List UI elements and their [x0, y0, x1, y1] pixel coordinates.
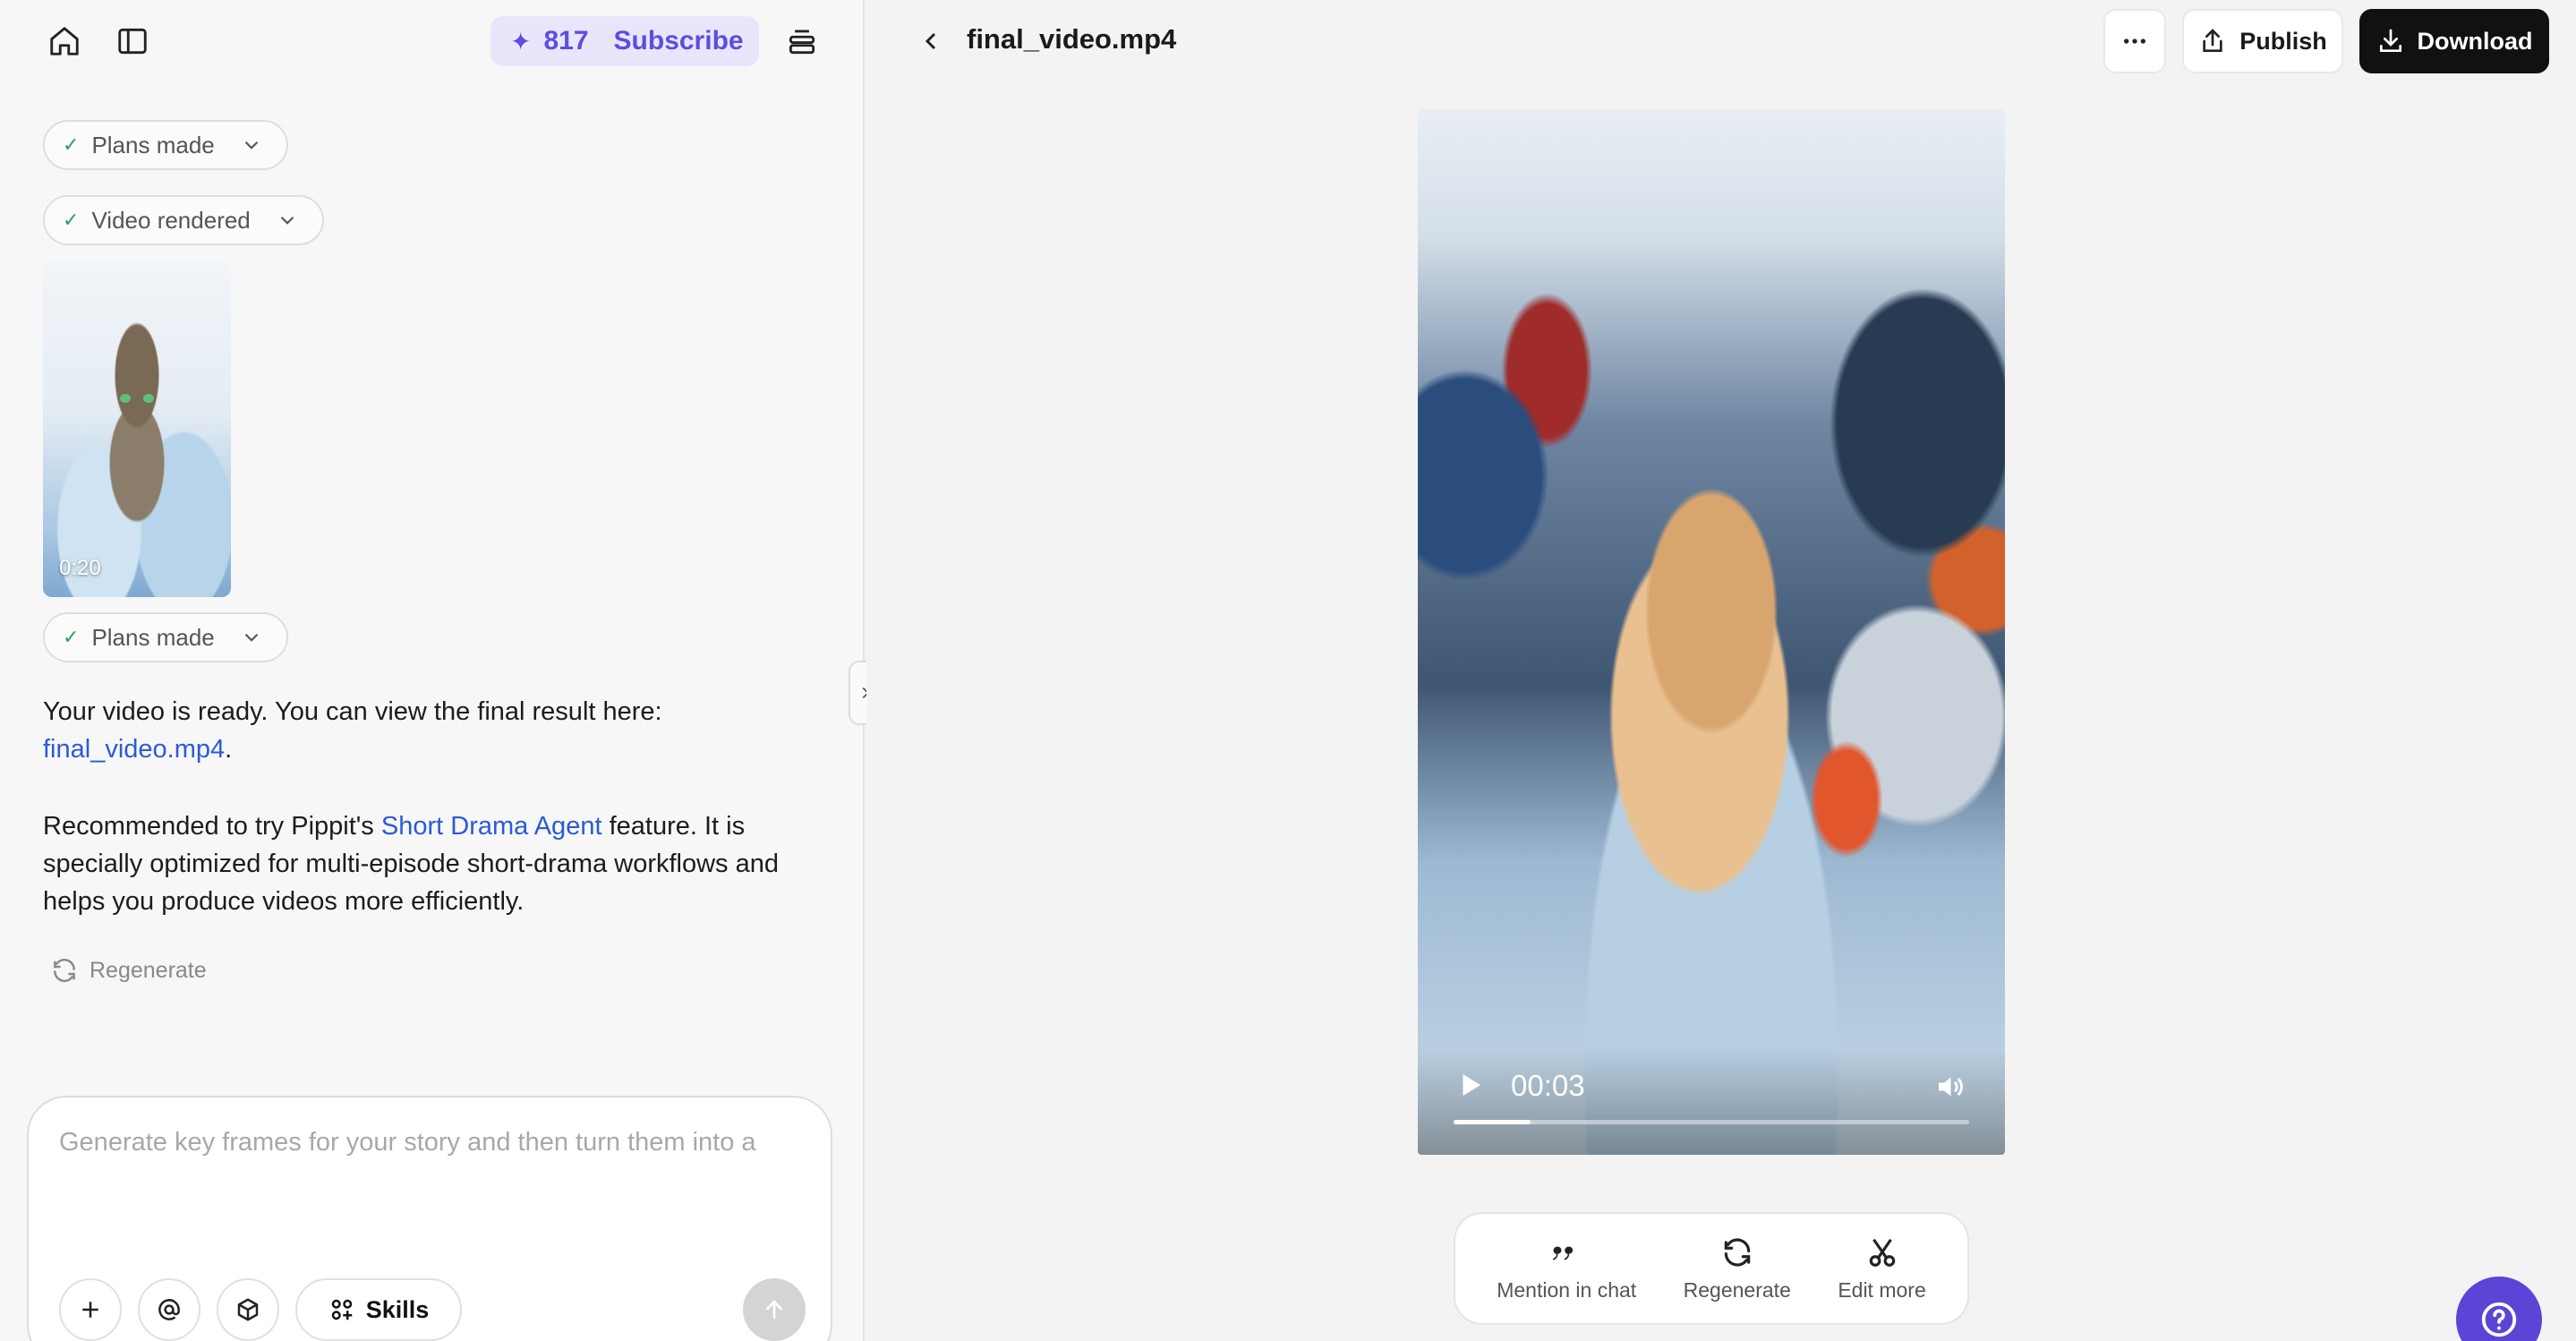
- pill-label: Plans made: [91, 131, 215, 158]
- pill-label: Plans made: [91, 623, 215, 651]
- action-label: Edit more: [1838, 1277, 1926, 1302]
- share-upload-icon: [2203, 29, 2222, 52]
- video-thumbnail[interactable]: 0:20: [43, 261, 231, 597]
- refresh-icon: [54, 959, 75, 982]
- thumbnail-duration: 0:20: [59, 556, 101, 580]
- scissors-icon: [1869, 1238, 1895, 1267]
- download-label: Download: [2417, 27, 2533, 55]
- mention-in-chat-button[interactable]: Mention in chat: [1497, 1235, 1636, 1303]
- app-root: ✦ 817 Subscribe ✓ Plans made ✓ Video ren…: [0, 0, 2576, 1341]
- add-attachment-button[interactable]: [59, 1278, 122, 1341]
- thumb-detail: [143, 394, 154, 403]
- file-title: final_video.mp4: [967, 23, 1177, 55]
- final-video-link[interactable]: final_video.mp4: [43, 735, 225, 764]
- recommendation-message: Recommended to try Pippit's Short Drama …: [43, 807, 822, 920]
- sparkle-icon: ✦: [510, 27, 532, 56]
- arrow-up-icon: [766, 1300, 782, 1320]
- history-stack-icon[interactable]: [775, 14, 829, 68]
- chevron-down-icon: [244, 633, 259, 642]
- check-icon: ✓: [63, 626, 80, 648]
- chevron-down-icon: [280, 216, 294, 225]
- edit-more-button[interactable]: Edit more: [1838, 1235, 1926, 1303]
- at-sign-icon: [158, 1299, 180, 1320]
- preview-panel: final_video.mp4 Publish Download 00:03 M…: [866, 0, 2576, 1341]
- publish-label: Publish: [2239, 27, 2327, 55]
- skills-grid-icon: [331, 1299, 352, 1320]
- model-button[interactable]: [217, 1278, 279, 1341]
- home-icon[interactable]: [38, 14, 91, 68]
- chevron-left-icon: [925, 32, 936, 50]
- video-progress-fill: [1454, 1120, 1531, 1124]
- play-icon[interactable]: [1454, 1069, 1486, 1101]
- video-rendered-pill[interactable]: ✓ Video rendered: [43, 195, 324, 245]
- prompt-input[interactable]: [59, 1128, 793, 1200]
- send-button[interactable]: [743, 1278, 806, 1341]
- regenerate-label: Regenerate: [90, 957, 207, 983]
- check-icon: ✓: [63, 209, 80, 231]
- video-controls: 00:03: [1418, 1047, 2005, 1155]
- video-progress-bar[interactable]: [1454, 1120, 1969, 1124]
- download-button[interactable]: Download: [2359, 9, 2549, 73]
- plans-made-pill[interactable]: ✓ Plans made: [43, 120, 288, 170]
- cube-icon: [237, 1298, 259, 1321]
- skills-button[interactable]: Skills: [295, 1278, 462, 1341]
- publish-button[interactable]: Publish: [2182, 9, 2343, 73]
- check-icon: ✓: [63, 133, 80, 156]
- regenerate-button[interactable]: Regenerate: [50, 956, 207, 985]
- video-ready-message: Your video is ready. You can view the fi…: [43, 693, 822, 768]
- chat-composer: Skills: [27, 1096, 832, 1341]
- message-text: Your video is ready. You can view the fi…: [43, 697, 662, 726]
- subscribe-link[interactable]: Subscribe: [614, 26, 744, 56]
- video-actions-bar: Mention in chat Regenerate Edit more: [1454, 1212, 1969, 1325]
- credits-badge[interactable]: ✦ 817 Subscribe: [490, 16, 759, 66]
- mention-button[interactable]: [138, 1278, 200, 1341]
- video-current-time: 00:03: [1511, 1069, 1585, 1102]
- plans-made-pill[interactable]: ✓ Plans made: [43, 612, 288, 662]
- refresh-icon: [1724, 1237, 1750, 1267]
- chevron-down-icon: [244, 141, 259, 149]
- back-button[interactable]: [904, 14, 958, 68]
- thumb-detail: [120, 394, 131, 403]
- action-label: Mention in chat: [1497, 1277, 1637, 1302]
- skills-label: Skills: [365, 1295, 430, 1323]
- rec-prefix: Recommended to try Pippit's: [43, 812, 381, 841]
- more-options-button[interactable]: [2103, 9, 2166, 73]
- download-icon: [2379, 29, 2401, 52]
- help-button[interactable]: [2456, 1277, 2542, 1341]
- volume-icon[interactable]: [1933, 1071, 1966, 1103]
- action-label: Regenerate: [1683, 1277, 1791, 1302]
- plus-icon: [82, 1302, 98, 1318]
- ellipsis-icon: [2124, 38, 2145, 44]
- credits-count: 817: [543, 26, 589, 56]
- pill-label: Video rendered: [91, 206, 251, 234]
- quote-icon: [1553, 1246, 1574, 1260]
- video-player[interactable]: 00:03: [1418, 109, 2005, 1155]
- sidebar-toggle-icon[interactable]: [106, 14, 159, 68]
- chat-panel: ✦ 817 Subscribe ✓ Plans made ✓ Video ren…: [0, 0, 865, 1341]
- regenerate-video-button[interactable]: Regenerate: [1684, 1235, 1791, 1303]
- help-question-icon: [2481, 1302, 2517, 1337]
- short-drama-agent-link[interactable]: Short Drama Agent: [381, 812, 602, 841]
- message-period: .: [225, 735, 233, 764]
